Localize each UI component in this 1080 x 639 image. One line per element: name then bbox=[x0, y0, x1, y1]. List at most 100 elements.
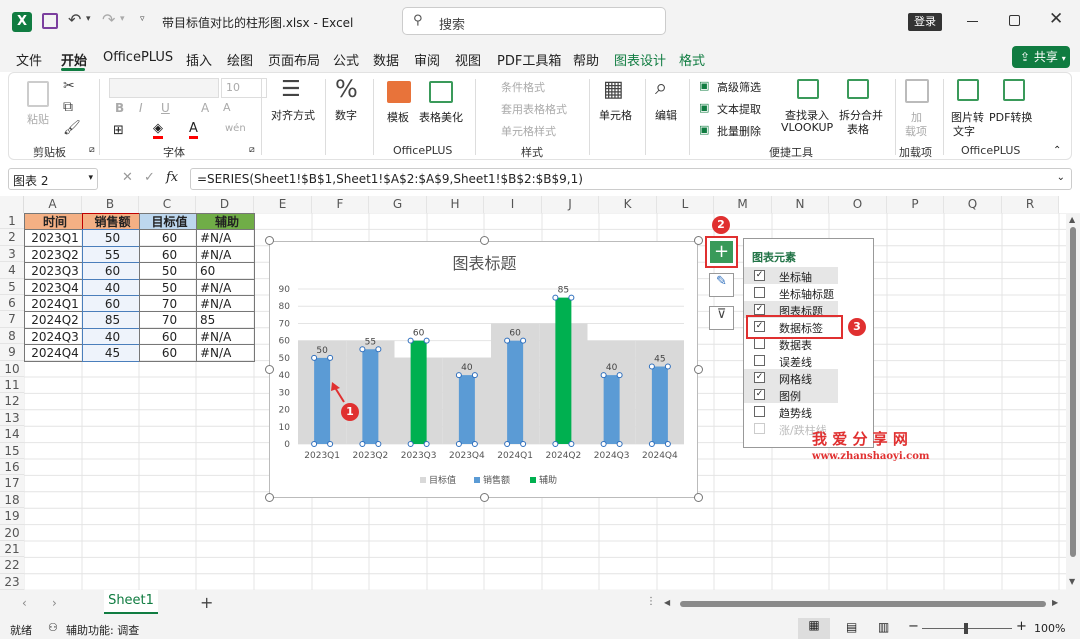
y-tick-label[interactable]: 20 bbox=[279, 406, 291, 416]
table-cell[interactable]: 40 bbox=[82, 278, 140, 296]
bar-selection-handle[interactable] bbox=[471, 441, 478, 447]
row-header[interactable]: 5 bbox=[0, 278, 24, 295]
table-cell[interactable]: 2023Q2 bbox=[24, 245, 83, 264]
row-header[interactable]: 17 bbox=[0, 475, 24, 492]
scroll-down-icon[interactable]: ▼ bbox=[1069, 577, 1075, 586]
phonetic-icon[interactable]: wén bbox=[225, 123, 246, 134]
column-header[interactable]: R bbox=[1002, 196, 1059, 213]
fill-color-icon[interactable]: ◈ bbox=[153, 121, 163, 139]
zoom-level[interactable]: 100% bbox=[1034, 622, 1065, 635]
bar-selection-handle[interactable] bbox=[327, 354, 334, 361]
bar-selection-handle[interactable] bbox=[407, 441, 414, 447]
y-tick-label[interactable]: 70 bbox=[279, 319, 291, 329]
row-header[interactable]: 15 bbox=[0, 442, 24, 459]
column-header[interactable]: M bbox=[714, 196, 772, 213]
format-painter-icon[interactable]: 🖌 bbox=[63, 121, 81, 135]
row-header[interactable]: 1 bbox=[0, 213, 24, 230]
menu-formulas[interactable]: 公式 bbox=[333, 50, 359, 69]
undo-dropdown-icon[interactable]: ▾ bbox=[86, 14, 91, 24]
sheet-tab-sheet1[interactable]: Sheet1 bbox=[104, 590, 158, 614]
addins-label-2[interactable]: 载项 bbox=[905, 123, 927, 139]
row-header[interactable]: 23 bbox=[0, 573, 24, 591]
table-beautify-icon[interactable] bbox=[429, 81, 453, 103]
menu-draw[interactable]: 绘图 bbox=[227, 50, 253, 69]
font-color-icon[interactable]: A bbox=[189, 121, 198, 139]
table-cell[interactable]: 60 bbox=[139, 245, 197, 264]
border-icon[interactable]: ⊞ bbox=[113, 123, 124, 138]
table-header-cell[interactable]: 时间 bbox=[24, 213, 83, 231]
resize-handle[interactable] bbox=[265, 236, 274, 245]
table-cell[interactable]: 2023Q1 bbox=[24, 229, 83, 247]
table-cell[interactable]: 60 bbox=[139, 229, 197, 247]
legend-label[interactable]: 辅助 bbox=[539, 474, 557, 486]
y-tick-label[interactable]: 60 bbox=[279, 337, 291, 347]
table-cell[interactable]: #N/A bbox=[196, 295, 255, 313]
pdf-convert-label[interactable]: PDF转换 bbox=[989, 109, 1032, 125]
vertical-scrollbar[interactable]: ▲ ▼ bbox=[1066, 213, 1080, 590]
checkbox[interactable] bbox=[754, 338, 765, 349]
table-header-cell[interactable]: 销售额 bbox=[82, 213, 140, 231]
collapse-ribbon-icon[interactable]: ⌃ bbox=[1053, 145, 1061, 156]
cut-icon[interactable]: ✂ bbox=[63, 79, 75, 93]
table-cell[interactable]: 50 bbox=[139, 262, 197, 280]
chart-element-option[interactable]: 坐标轴标题 bbox=[744, 284, 838, 301]
table-cell[interactable]: 70 bbox=[139, 311, 197, 329]
add-sheet-icon[interactable]: + bbox=[200, 593, 213, 612]
chart-object[interactable]: 图表标题 0 10 20 30 40 50 60 70 80 90 50 55 60 40 60 85 40 45… bbox=[269, 241, 698, 498]
data-label[interactable]: 60 bbox=[413, 329, 425, 339]
column-header[interactable]: I bbox=[484, 196, 542, 213]
y-tick-label[interactable]: 50 bbox=[279, 354, 291, 364]
page-layout-view-icon[interactable]: ▤ bbox=[846, 620, 857, 634]
bar-selection-handle[interactable] bbox=[616, 441, 623, 447]
alignment-icon[interactable]: ☰ bbox=[281, 79, 301, 101]
bar-selection-handle[interactable] bbox=[423, 337, 430, 344]
vlookup-icon[interactable] bbox=[797, 79, 819, 99]
chart-element-option[interactable]: ✓ 坐标轴 bbox=[744, 267, 838, 284]
chart-element-option[interactable]: 趋势线 bbox=[744, 403, 838, 420]
template-icon[interactable] bbox=[387, 81, 411, 103]
menu-data[interactable]: 数据 bbox=[373, 50, 399, 69]
table-cell[interactable]: 2023Q4 bbox=[24, 278, 83, 296]
column-header[interactable]: O bbox=[829, 196, 887, 213]
font-name-select[interactable] bbox=[109, 78, 219, 98]
legend-label[interactable]: 目标值 bbox=[429, 474, 456, 486]
menu-insert[interactable]: 插入 bbox=[186, 50, 212, 69]
cancel-icon[interactable]: ✕ bbox=[122, 170, 133, 185]
legend-swatch[interactable] bbox=[474, 477, 480, 483]
row-header[interactable]: 10 bbox=[0, 360, 24, 377]
name-box[interactable]: 图表 2 ▾ bbox=[8, 168, 98, 190]
bar-selection-handle[interactable] bbox=[455, 372, 462, 379]
resize-handle[interactable] bbox=[694, 493, 703, 502]
row-header[interactable]: 21 bbox=[0, 541, 24, 558]
menu-review[interactable]: 审阅 bbox=[414, 50, 440, 69]
split-merge-table-label[interactable]: 表格 bbox=[847, 121, 869, 137]
sales-bar[interactable] bbox=[410, 340, 427, 444]
y-tick-label[interactable]: 90 bbox=[279, 285, 291, 295]
column-header[interactable]: H bbox=[427, 196, 484, 213]
table-cell[interactable]: #N/A bbox=[196, 327, 255, 346]
bar-selection-handle[interactable] bbox=[375, 441, 382, 447]
advanced-filter-button[interactable]: 高级筛选 bbox=[717, 79, 761, 95]
expand-formula-icon[interactable]: ⌄ bbox=[1057, 172, 1065, 183]
checkbox[interactable] bbox=[754, 406, 765, 417]
legend-swatch[interactable] bbox=[420, 477, 426, 483]
sales-bar[interactable] bbox=[651, 366, 668, 445]
row-header[interactable]: 18 bbox=[0, 491, 24, 509]
column-header[interactable]: J bbox=[542, 196, 599, 213]
zoom-slider-thumb[interactable] bbox=[964, 623, 968, 634]
cells-icon[interactable]: ▦ bbox=[603, 79, 624, 101]
table-cell[interactable]: 40 bbox=[82, 327, 140, 346]
accessibility-icon[interactable]: ⚇ bbox=[48, 621, 58, 634]
row-header[interactable]: 6 bbox=[0, 295, 24, 312]
chart-filters-button[interactable]: ⊽ bbox=[709, 306, 734, 330]
sales-bar[interactable] bbox=[555, 297, 572, 444]
row-header[interactable]: 11 bbox=[0, 377, 24, 394]
checkbox[interactable]: ✓ bbox=[754, 304, 765, 315]
menu-home[interactable]: 开始 bbox=[61, 50, 87, 69]
menu-help[interactable]: 帮助 bbox=[573, 50, 599, 69]
bar-selection-handle[interactable] bbox=[520, 441, 527, 447]
table-beautify-button[interactable]: 表格美化 bbox=[419, 109, 463, 125]
data-label[interactable]: 40 bbox=[606, 363, 618, 373]
batch-delete-icon[interactable]: ▣ bbox=[699, 123, 709, 136]
advanced-filter-icon[interactable]: ▣ bbox=[699, 79, 709, 92]
